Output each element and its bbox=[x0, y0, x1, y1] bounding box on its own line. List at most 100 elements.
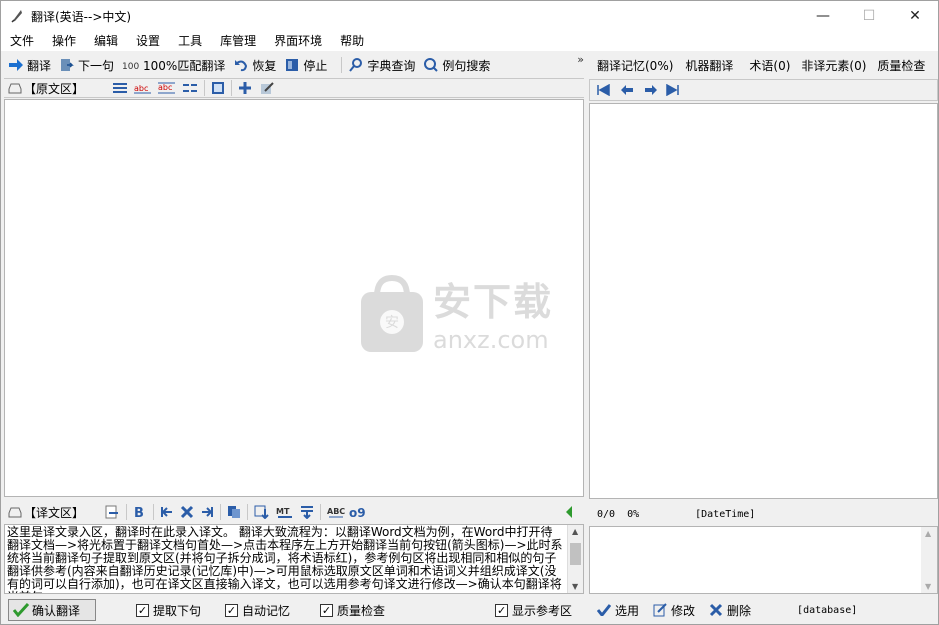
svg-text:B: B bbox=[134, 506, 144, 519]
extract-next-checkbox[interactable]: ✓ 提取下句 bbox=[136, 602, 201, 619]
menu-tools[interactable]: 工具 bbox=[169, 31, 211, 51]
abc-blue-icon[interactable]: abc bbox=[158, 81, 176, 95]
copy-icon[interactable] bbox=[227, 505, 241, 519]
svg-text:100: 100 bbox=[122, 62, 139, 72]
check-icon bbox=[597, 604, 611, 616]
target-scrollbar[interactable]: ▲ ▼ bbox=[567, 525, 583, 593]
first-icon[interactable] bbox=[596, 84, 610, 96]
header-separator bbox=[153, 504, 155, 520]
scroll-up-icon[interactable]: ▲ bbox=[925, 529, 931, 538]
app-window: 翻译(英语-->中文) — ☐ ✕ 文件 操作 编辑 设置 工具 库管理 界面环… bbox=[0, 0, 939, 625]
delete-button[interactable]: 删除 bbox=[709, 602, 751, 619]
prev-icon[interactable] bbox=[160, 505, 174, 519]
sort-down-icon[interactable] bbox=[300, 505, 314, 519]
doc-import-icon[interactable] bbox=[104, 505, 120, 519]
menu-file[interactable]: 文件 bbox=[1, 31, 43, 51]
bold-icon[interactable]: B bbox=[133, 505, 147, 519]
align-icon[interactable] bbox=[112, 81, 128, 95]
restore-button[interactable]: 恢复 bbox=[233, 57, 276, 74]
database-label: [database] bbox=[797, 604, 858, 616]
scroll-down-icon[interactable]: ▼ bbox=[572, 582, 578, 591]
window-title: 翻译(英语-->中文) bbox=[31, 9, 132, 24]
tab-quality-check[interactable]: 质量检查 bbox=[877, 57, 925, 74]
minimize-button[interactable]: — bbox=[800, 1, 846, 31]
target-area[interactable]: 这里是译文录入区，翻译时在此录入译文。 翻译大致流程为：以翻译Word文档为例，… bbox=[4, 524, 584, 594]
menu-interface[interactable]: 界面环境 bbox=[265, 31, 331, 51]
show-reference-checkbox[interactable]: ✓ 显示参考区 bbox=[495, 602, 572, 619]
tab-non-translatable[interactable]: 非译元素(0) bbox=[801, 57, 866, 74]
next-doc-icon bbox=[61, 59, 74, 71]
menu-operate[interactable]: 操作 bbox=[43, 31, 85, 51]
target-header: 【译文区】 B MT ABC o9 bbox=[4, 502, 584, 522]
auto-memory-checkbox[interactable]: ✓ 自动记忆 bbox=[225, 602, 290, 619]
close-button[interactable]: ✕ bbox=[892, 1, 938, 31]
modify-button[interactable]: 修改 bbox=[653, 602, 695, 619]
svg-text:安: 安 bbox=[385, 315, 399, 331]
confirm-translation-button[interactable]: 确认翻译 bbox=[8, 599, 96, 621]
scroll-down-icon[interactable]: ▼ bbox=[925, 582, 931, 591]
full-match-button[interactable]: 100 100%匹配翻译 bbox=[122, 57, 225, 74]
navigation-bar bbox=[589, 79, 938, 101]
watermark-text: 安下载 anxz.com bbox=[433, 280, 554, 354]
delete-x-icon bbox=[709, 603, 723, 617]
reference-detail[interactable]: ▲ ▼ bbox=[589, 526, 938, 594]
toolbar-overflow[interactable]: » bbox=[577, 53, 584, 66]
add-icon[interactable] bbox=[238, 81, 252, 95]
select-button[interactable]: 选用 bbox=[597, 602, 639, 619]
checkbox-box: ✓ bbox=[136, 603, 149, 617]
menu-settings[interactable]: 设置 bbox=[127, 31, 169, 51]
tray-icon bbox=[8, 83, 22, 94]
menu-edit[interactable]: 编辑 bbox=[85, 31, 127, 51]
spellcheck-icon[interactable]: ABC bbox=[327, 505, 345, 519]
checkbox-box: ✓ bbox=[225, 603, 239, 617]
collapse-arrow-icon[interactable] bbox=[564, 505, 574, 519]
detail-scrollbar[interactable]: ▲ ▼ bbox=[921, 527, 937, 593]
tab-machine-translation[interactable]: 机器翻译 bbox=[685, 57, 733, 74]
search-icon bbox=[349, 58, 363, 72]
quote-icon[interactable]: o9 bbox=[349, 505, 367, 519]
watermark: 安 安下载 anxz.com bbox=[361, 271, 553, 354]
main-toolbar: 翻译 下一句 100 100%匹配翻译 恢复 停止 字典查询 例句搜索 » bbox=[8, 53, 584, 77]
target-footer: 确认翻译 ✓ 提取下句 ✓ 自动记忆 ✓ 质量检查 ✓ 显示参考区 bbox=[4, 598, 584, 622]
reference-list[interactable] bbox=[589, 103, 938, 499]
panel-icon[interactable] bbox=[211, 81, 225, 95]
menu-library[interactable]: 库管理 bbox=[211, 31, 265, 51]
svg-text:MT: MT bbox=[276, 507, 290, 516]
mt-icon[interactable]: MT bbox=[276, 505, 294, 519]
hundred-icon: 100 bbox=[122, 62, 139, 72]
doc-search-icon bbox=[424, 58, 439, 72]
insert-down-icon[interactable] bbox=[254, 505, 270, 519]
quality-check-checkbox[interactable]: ✓ 质量检查 bbox=[320, 602, 385, 619]
last-icon[interactable] bbox=[666, 84, 680, 96]
list-split-icon[interactable] bbox=[182, 81, 198, 95]
checkbox-box: ✓ bbox=[495, 603, 509, 617]
menu-help[interactable]: 帮助 bbox=[331, 31, 373, 51]
scroll-up-icon[interactable]: ▲ bbox=[572, 527, 578, 536]
svg-text:o9: o9 bbox=[349, 506, 366, 519]
next-icon[interactable] bbox=[200, 505, 214, 519]
tray-icon bbox=[8, 507, 22, 518]
svg-text:ABC: ABC bbox=[327, 507, 345, 516]
stop-button[interactable]: 停止 bbox=[284, 57, 327, 74]
checkbox-box: ✓ bbox=[320, 603, 334, 617]
dictionary-button[interactable]: 字典查询 bbox=[348, 57, 415, 74]
example-search-button[interactable]: 例句搜索 bbox=[423, 57, 490, 74]
abc-red-icon[interactable]: abc bbox=[134, 81, 152, 95]
title-bar: 翻译(英语-->中文) — ☐ ✕ bbox=[1, 1, 938, 31]
tab-terminology[interactable]: 术语(0) bbox=[749, 57, 790, 74]
previous-icon[interactable] bbox=[620, 84, 634, 96]
undo-icon bbox=[235, 60, 248, 72]
scroll-thumb[interactable] bbox=[570, 543, 581, 565]
toolbar-separator bbox=[341, 57, 343, 73]
edit-note-icon[interactable] bbox=[260, 81, 274, 95]
arrow-right-icon bbox=[9, 59, 23, 71]
maximize-button[interactable]: ☐ bbox=[846, 1, 892, 31]
next-sentence-button[interactable]: 下一句 bbox=[59, 57, 114, 74]
next-record-icon[interactable] bbox=[644, 84, 658, 96]
delete-x-icon[interactable] bbox=[180, 505, 194, 519]
app-feather-icon bbox=[11, 10, 22, 23]
tab-translation-memory[interactable]: 翻译记忆(0%) bbox=[597, 57, 673, 74]
translate-button[interactable]: 翻译 bbox=[8, 57, 51, 74]
target-text[interactable]: 这里是译文录入区，翻译时在此录入译文。 翻译大致流程为：以翻译Word文档为例，… bbox=[7, 526, 563, 594]
header-separator bbox=[126, 504, 128, 520]
